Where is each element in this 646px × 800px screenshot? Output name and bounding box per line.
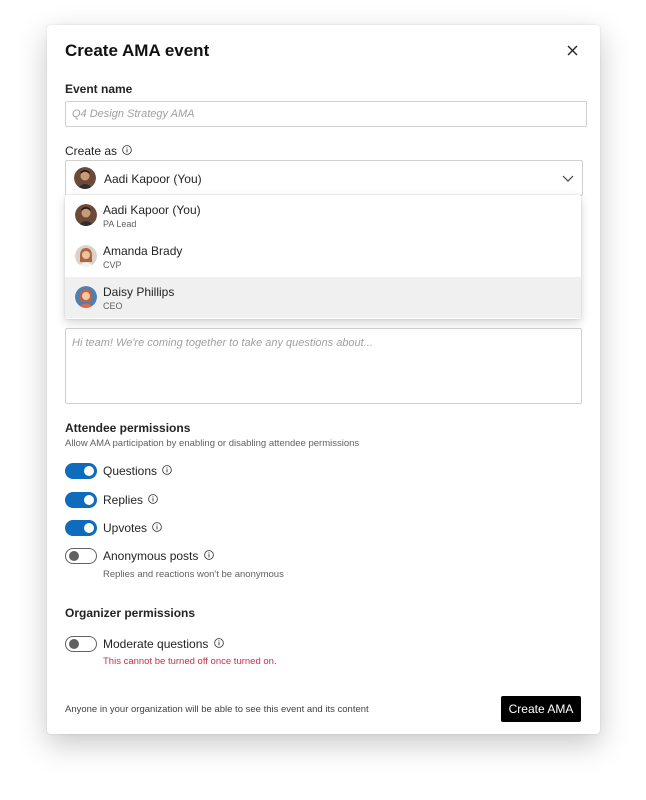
toggle-knob	[69, 639, 79, 649]
toggle-label: Upvotes	[103, 521, 163, 535]
visibility-note: Anyone in your organization will be able…	[65, 704, 369, 715]
close-button[interactable]	[562, 40, 582, 60]
toggle-label-text: Questions	[103, 464, 158, 478]
questions-toggle[interactable]	[65, 463, 97, 479]
description-textarea[interactable]	[65, 328, 582, 404]
create-ama-dialog: Create AMA event Event name Create as Aa…	[47, 25, 600, 734]
toggle-knob	[84, 495, 94, 505]
create-as-dropdown[interactable]: Aadi Kapoor (You)	[65, 160, 583, 196]
option-name: Amanda Brady	[103, 244, 183, 258]
toggle-label-text: Moderate questions	[103, 637, 209, 651]
toggle-label-text: Anonymous posts	[103, 549, 199, 563]
event-name-label: Event name	[65, 82, 133, 96]
info-icon	[152, 522, 163, 533]
option-role: CVP	[103, 260, 122, 270]
create-as-menu: Aadi Kapoor (You) PA Lead Amanda Brady C…	[65, 195, 581, 319]
toggle-label: Moderate questions	[103, 637, 224, 651]
menu-option-amanda-brady[interactable]: Amanda Brady CVP	[65, 236, 581, 277]
toggle-label: Replies	[103, 493, 159, 507]
anonymous-posts-note: Replies and reactions won't be anonymous	[103, 569, 284, 580]
toggle-knob	[84, 466, 94, 476]
close-icon	[567, 45, 577, 55]
option-role: PA Lead	[103, 219, 137, 229]
toggle-label: Questions	[103, 464, 173, 478]
create-as-label: Create as	[65, 144, 133, 158]
menu-option-daisy-phillips[interactable]: Daisy Phillips CEO	[65, 277, 581, 318]
menu-option-aadi-kapoor[interactable]: Aadi Kapoor (You) PA Lead	[65, 195, 581, 236]
avatar	[75, 245, 97, 267]
info-icon	[203, 550, 214, 561]
organizer-permissions-title: Organizer permissions	[65, 606, 196, 620]
upvotes-toggle[interactable]	[65, 520, 97, 536]
info-icon	[148, 494, 159, 505]
option-name: Daisy Phillips	[103, 285, 175, 299]
info-icon	[213, 638, 224, 649]
toggle-label-text: Replies	[103, 493, 144, 507]
option-name: Aadi Kapoor (You)	[103, 203, 201, 217]
avatar	[75, 286, 97, 308]
moderate-questions-warning: This cannot be turned off once turned on…	[103, 656, 277, 667]
info-icon	[162, 465, 173, 476]
attendee-permissions-description: Allow AMA participation by enabling or d…	[65, 438, 360, 449]
toggle-knob	[84, 523, 94, 533]
toggle-knob	[69, 551, 79, 561]
toggle-label-text: Upvotes	[103, 521, 148, 535]
toggle-label: Anonymous posts	[103, 549, 214, 563]
event-name-input[interactable]	[65, 101, 587, 127]
avatar	[75, 204, 97, 226]
replies-toggle[interactable]	[65, 492, 97, 508]
create-ama-button[interactable]: Create AMA	[501, 696, 581, 722]
moderate-questions-toggle[interactable]	[65, 636, 97, 652]
avatar	[74, 167, 96, 189]
chevron-down-icon	[562, 175, 574, 182]
info-icon	[122, 145, 133, 156]
anonymous-posts-toggle[interactable]	[65, 548, 97, 564]
attendee-permissions-title: Attendee permissions	[65, 421, 191, 435]
create-as-label-text: Create as	[65, 144, 118, 158]
option-role: CEO	[103, 301, 123, 311]
selected-user-name: Aadi Kapoor (You)	[104, 172, 202, 186]
dialog-title: Create AMA event	[65, 41, 210, 60]
